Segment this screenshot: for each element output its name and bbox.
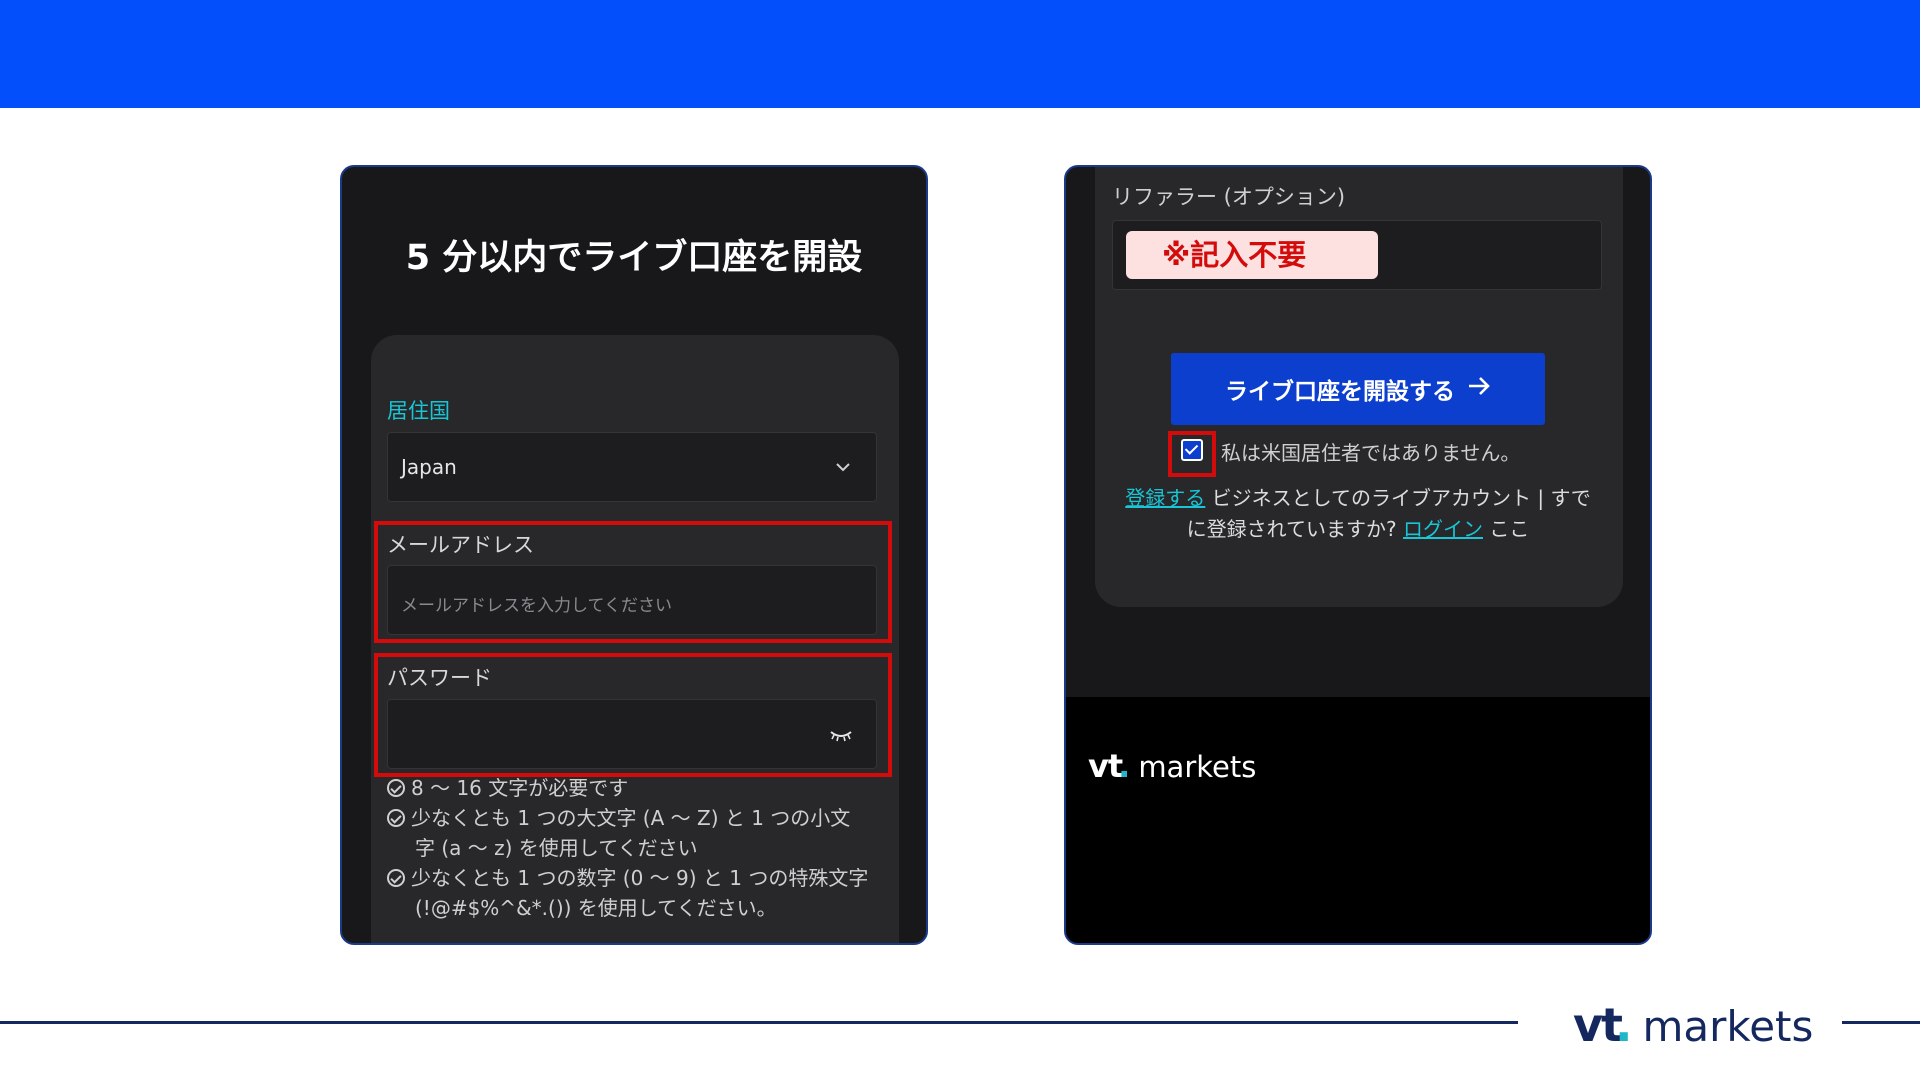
referrer-note: ※記入不要 <box>1126 231 1378 279</box>
vt-markets-logo: vt. markets <box>1088 747 1257 785</box>
open-live-account-button[interactable]: ライブ口座を開設する <box>1171 353 1545 425</box>
top-banner <box>0 0 1920 108</box>
page-title: 5 分以内でライブ口座を開設 <box>405 238 863 278</box>
chevron-down-icon <box>836 457 850 476</box>
signup-screen-right: リファラー (オプション) ※記入不要 ライブ口座を開設する 私は米国居住者では… <box>1064 165 1652 945</box>
login-link[interactable]: ログイン <box>1403 517 1483 541</box>
country-label: 居住国 <box>387 399 450 423</box>
footer-divider-left <box>0 1021 1518 1024</box>
password-rule-case: 少なくとも 1 つの大文字 (A 〜 Z) と 1 つの小文 字 (a 〜 z)… <box>387 803 887 863</box>
vt-markets-brand-logo: vt. markets <box>1573 998 1814 1052</box>
password-rule-number-special: 少なくとも 1 つの数字 (0 〜 9) と 1 つの特殊文字 (!@#$%^&… <box>387 863 887 923</box>
business-account-text: 登録する ビジネスとしてのライブアカウント | すで に登録されていますか? ロ… <box>1125 486 1591 541</box>
not-us-resident-label: 私は米国居住者ではありません。 <box>1221 441 1521 465</box>
check-circle-icon <box>387 779 405 797</box>
app-footer: vt. markets <box>1066 697 1650 943</box>
check-circle-icon <box>387 809 405 827</box>
referrer-label: リファラー (オプション) <box>1112 185 1346 209</box>
password-rule-length: 8 〜 16 文字が必要です <box>387 773 887 803</box>
country-select-value: Japan <box>401 455 457 479</box>
email-highlight-box <box>374 521 892 643</box>
country-select[interactable]: Japan <box>387 432 877 502</box>
check-circle-icon <box>387 869 405 887</box>
arrow-right-icon <box>1467 376 1491 402</box>
register-link[interactable]: 登録する <box>1125 486 1205 510</box>
footer-divider-right <box>1842 1021 1920 1024</box>
checkbox-highlight-box <box>1168 431 1216 477</box>
password-highlight-box <box>374 653 892 777</box>
